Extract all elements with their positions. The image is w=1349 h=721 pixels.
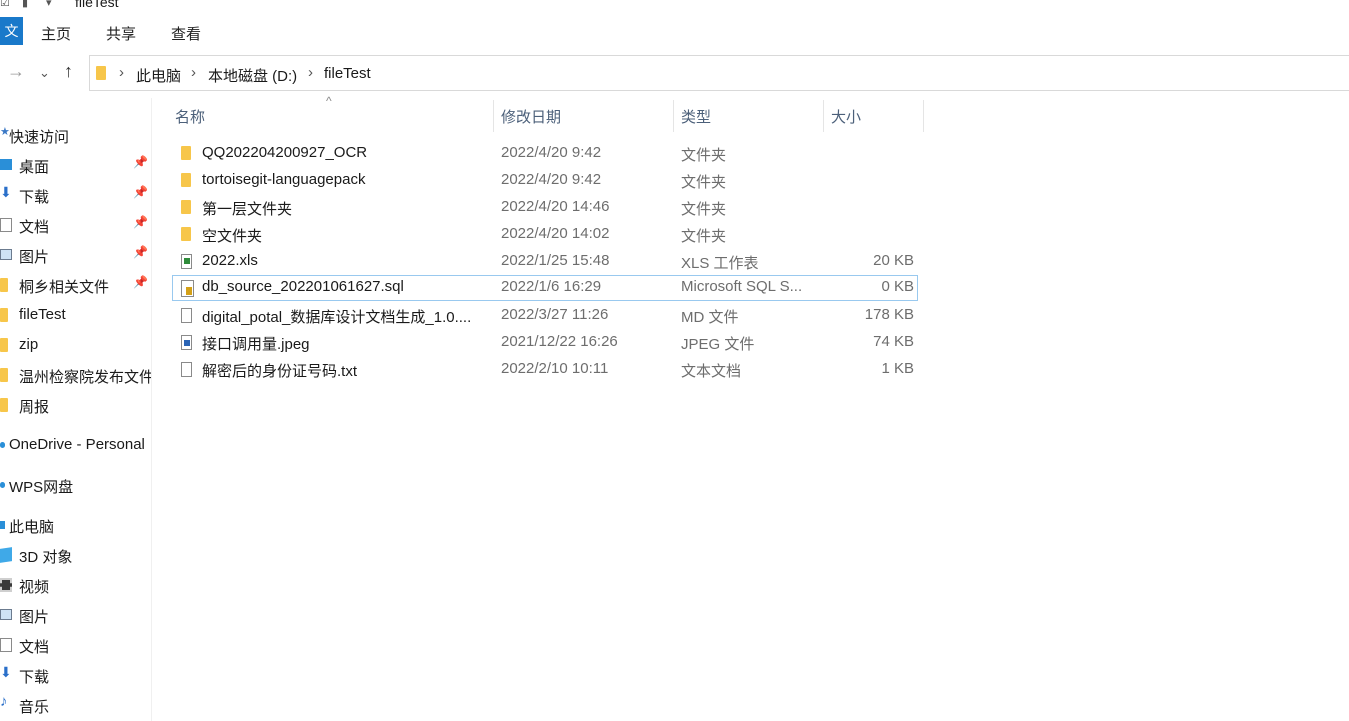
- folder-icon: [181, 173, 191, 187]
- sidebar-item-desktop[interactable]: 桌面 📌: [0, 150, 151, 180]
- title-bar: ☑ ▮ ▾ fileTest: [0, 0, 1349, 14]
- table-row[interactable]: 第一层文件夹 2022/4/20 14:46 文件夹: [172, 195, 918, 221]
- window-title: fileTest: [75, 0, 119, 10]
- jpeg-file-icon: [181, 335, 192, 350]
- table-row[interactable]: digital_potal_数据库设计文档生成_1.0.... 2022/3/2…: [172, 303, 918, 329]
- address-bar[interactable]: › 此电脑 › 本地磁盘 (D:) › fileTest: [89, 55, 1349, 91]
- tab-home[interactable]: 主页: [41, 23, 71, 44]
- table-row[interactable]: 接口调用量.jpeg 2021/12/22 16:26 JPEG 文件 74 K…: [172, 330, 918, 356]
- column-header-type[interactable]: 类型: [681, 106, 711, 127]
- navigation-bar: → ⌄ ↑ › 此电脑 › 本地磁盘 (D:) › fileTest: [0, 48, 1349, 98]
- document-icon: [0, 638, 12, 652]
- recent-locations-icon[interactable]: ⌄: [39, 65, 50, 81]
- sidebar-item-music[interactable]: ♪ 音乐: [0, 690, 151, 720]
- sidebar-item-downloads[interactable]: ⬇ 下载 📌: [0, 180, 151, 210]
- folder-icon: [0, 308, 8, 322]
- picture-icon: [0, 609, 12, 620]
- cloud-icon: [0, 442, 5, 448]
- column-divider[interactable]: [923, 100, 924, 132]
- sidebar-item-zip[interactable]: zip: [0, 330, 151, 360]
- table-row[interactable]: QQ202204200927_OCR 2022/4/20 9:42 文件夹: [172, 141, 918, 167]
- column-divider[interactable]: [493, 100, 494, 132]
- txt-file-icon: [181, 362, 192, 377]
- picture-icon: [0, 249, 12, 260]
- sidebar-item-this-pc[interactable]: 此电脑: [0, 510, 151, 540]
- sidebar-item-onedrive[interactable]: OneDrive - Personal: [0, 430, 151, 460]
- column-header-modified[interactable]: 修改日期: [501, 106, 561, 127]
- properties-icon[interactable]: ☑: [0, 0, 10, 9]
- folder-icon: [0, 368, 8, 382]
- cube-icon: [0, 547, 12, 563]
- pin-icon[interactable]: 📌: [133, 215, 148, 229]
- folder-icon: [0, 278, 8, 292]
- folder-icon: [181, 146, 191, 160]
- quick-access-dropdown-icon[interactable]: ▾: [46, 0, 52, 9]
- breadcrumb-this-pc[interactable]: 此电脑: [136, 65, 181, 86]
- sidebar-item-tongxiang[interactable]: 桐乡相关文件 📌: [0, 270, 151, 300]
- sidebar-item-weekly-report[interactable]: 周报: [0, 390, 151, 420]
- folder-icon: [96, 66, 106, 80]
- table-row[interactable]: tortoisegit-languagepack 2022/4/20 9:42 …: [172, 168, 918, 194]
- music-icon: ♪: [0, 693, 8, 710]
- table-row-selected[interactable]: db_source_202201061627.sql 2022/1/6 16:2…: [172, 275, 918, 301]
- folder-quick-icon[interactable]: ▮: [22, 0, 28, 9]
- tab-file[interactable]: 文件: [0, 17, 23, 45]
- sidebar-item-videos[interactable]: 视频: [0, 570, 151, 600]
- tab-view[interactable]: 查看: [171, 23, 201, 44]
- sql-file-icon: [181, 280, 194, 297]
- sidebar-item-filetest[interactable]: fileTest: [0, 300, 151, 330]
- table-row[interactable]: 2022.xls 2022/1/25 15:48 XLS 工作表 20 KB: [172, 249, 918, 275]
- document-icon: [0, 218, 12, 232]
- forward-icon[interactable]: →: [7, 61, 25, 82]
- chevron-right-icon[interactable]: ›: [308, 64, 313, 81]
- pin-icon[interactable]: 📌: [133, 245, 148, 259]
- column-divider[interactable]: [823, 100, 824, 132]
- breadcrumb-drive-d[interactable]: 本地磁盘 (D:): [208, 65, 297, 86]
- file-list: ^ 名称 修改日期 类型 大小 QQ202204200927_OCR 2022/…: [152, 94, 1349, 721]
- navigation-pane: ★ 快速访问 桌面 📌 ⬇ 下载 📌 文档 📌 图片 📌 桐乡相关文件 📌 fi…: [0, 98, 152, 721]
- folder-icon: [0, 398, 8, 412]
- ribbon-tabs: 文件 主页 共享 查看: [0, 14, 1349, 48]
- sidebar-item-documents-pc[interactable]: 文档: [0, 630, 151, 660]
- column-header-name[interactable]: 名称: [175, 106, 205, 127]
- sort-ascending-icon: ^: [326, 94, 332, 108]
- md-file-icon: [181, 308, 192, 323]
- table-row[interactable]: 解密后的身份证号码.txt 2022/2/10 10:11 文本文档 1 KB: [172, 357, 918, 383]
- sidebar-item-pictures[interactable]: 图片 📌: [0, 240, 151, 270]
- sidebar-item-downloads-pc[interactable]: ⬇ 下载: [0, 660, 151, 690]
- cloud-icon: [0, 482, 5, 488]
- sidebar-item-wps-drive[interactable]: WPS网盘: [0, 470, 151, 500]
- chevron-right-icon[interactable]: ›: [191, 64, 196, 81]
- video-icon: [0, 578, 12, 592]
- sidebar-item-quick-access[interactable]: ★ 快速访问: [0, 120, 151, 150]
- up-icon[interactable]: ↑: [64, 61, 73, 82]
- table-row[interactable]: 空文件夹 2022/4/20 14:02 文件夹: [172, 222, 918, 248]
- breadcrumb-filetest[interactable]: fileTest: [324, 65, 371, 82]
- pin-icon[interactable]: 📌: [133, 185, 148, 199]
- download-icon: ⬇: [0, 664, 12, 680]
- column-divider[interactable]: [673, 100, 674, 132]
- folder-icon: [0, 338, 8, 352]
- folder-icon: [181, 227, 191, 241]
- sidebar-item-3d-objects[interactable]: 3D 对象: [0, 540, 151, 570]
- pin-icon[interactable]: 📌: [133, 155, 148, 169]
- sidebar-item-wenzhou[interactable]: 温州检察院发布文件: [0, 360, 151, 390]
- column-header-size[interactable]: 大小: [831, 106, 861, 127]
- xls-file-icon: [181, 254, 192, 269]
- sidebar-item-documents[interactable]: 文档 📌: [0, 210, 151, 240]
- download-icon: ⬇: [0, 184, 12, 200]
- chevron-right-icon[interactable]: ›: [119, 64, 124, 81]
- computer-icon: [0, 521, 5, 529]
- tab-share[interactable]: 共享: [106, 23, 136, 44]
- folder-icon: [181, 200, 191, 214]
- sidebar-item-pictures-pc[interactable]: 图片: [0, 600, 151, 630]
- desktop-icon: [0, 159, 12, 170]
- pin-icon[interactable]: 📌: [133, 275, 148, 289]
